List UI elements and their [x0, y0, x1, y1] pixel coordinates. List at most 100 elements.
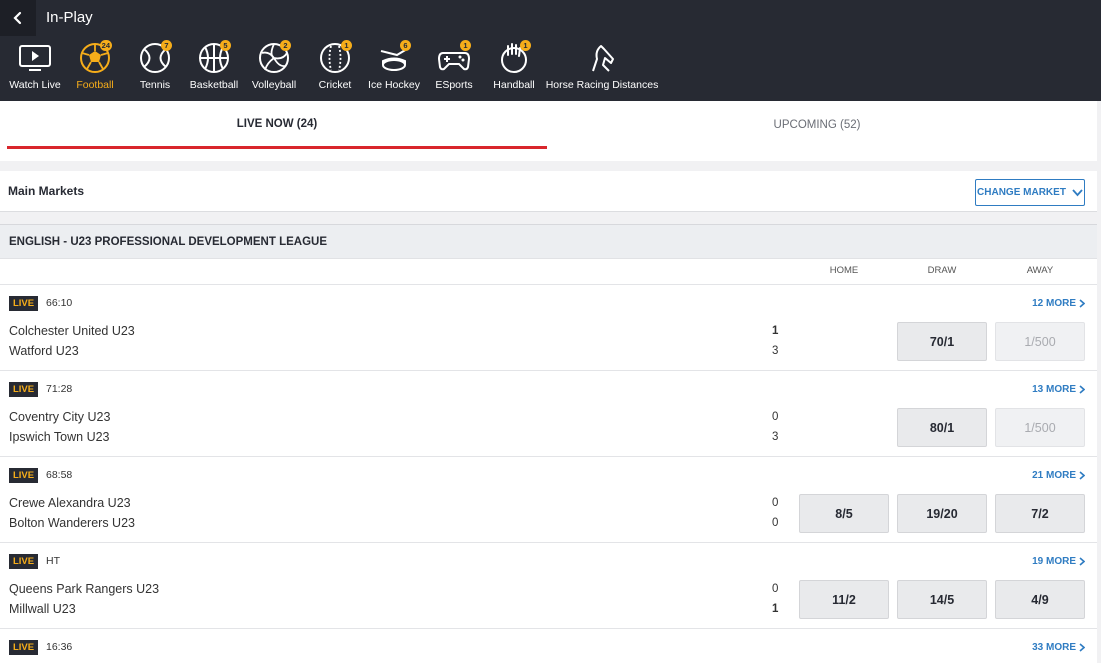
sport-ice-hockey[interactable]: 6 Ice Hockey: [364, 38, 424, 98]
sport-label: Watch Live: [9, 79, 61, 91]
gamepad-icon: 1: [434, 38, 474, 78]
sport-horse-racing-distances[interactable]: Horse Racing Distances: [546, 38, 658, 98]
horse-icon: [582, 38, 622, 78]
home-team[interactable]: Crewe Alexandra U23: [9, 496, 131, 510]
count-badge: 2: [280, 40, 291, 51]
live-badge: LIVE: [9, 554, 38, 569]
chevron-right-icon: [1079, 557, 1085, 566]
away-score: 0: [772, 517, 779, 529]
sport-label: Ice Hockey: [368, 79, 420, 91]
tennis-icon: 7: [135, 38, 175, 78]
away-score: 3: [772, 431, 779, 443]
odds-column-headers: HOME DRAW AWAY: [0, 259, 1097, 285]
sport-label: Football: [76, 79, 114, 91]
more-markets-link[interactable]: 33 MORE: [1032, 642, 1085, 653]
change-market-button[interactable]: CHANGE MARKET: [975, 179, 1085, 206]
odds-away-button[interactable]: 4/9: [995, 580, 1085, 619]
sport-handball[interactable]: 1 Handball: [484, 38, 544, 98]
sport-label: Tennis: [139, 79, 171, 91]
basketball-icon: 5: [194, 38, 234, 78]
back-button[interactable]: [0, 0, 36, 36]
odds-draw-button[interactable]: 14/5: [897, 580, 987, 619]
tab-upcoming[interactable]: UPCOMING (52): [547, 101, 1087, 149]
away-team[interactable]: Bolton Wanderers U23: [9, 516, 135, 530]
sport-label: Handball: [493, 79, 535, 91]
away-score: 1: [772, 603, 779, 615]
chevron-right-icon: [1079, 471, 1085, 480]
col-home: HOME: [829, 265, 859, 276]
odds-home-button[interactable]: 11/2: [799, 580, 889, 619]
markets-bar: Main Markets CHANGE MARKET: [0, 171, 1097, 212]
sport-label: Volleyball: [251, 79, 297, 91]
home-team[interactable]: Queens Park Rangers U23: [9, 582, 159, 596]
match-clock: 68:58: [46, 469, 73, 481]
event-row: LIVE 71:28 13 MORE Coventry City U23 Ips…: [0, 371, 1097, 457]
col-away: AWAY: [1026, 265, 1054, 276]
tab-live-now[interactable]: LIVE NOW (24): [7, 101, 547, 149]
more-label: 19 MORE: [1032, 556, 1076, 567]
page-title: In-Play: [46, 9, 93, 26]
more-label: 13 MORE: [1032, 384, 1076, 395]
sport-tennis[interactable]: 7 Tennis: [125, 38, 185, 98]
away-team[interactable]: Watford U23: [9, 344, 79, 358]
handball-icon: 1: [494, 38, 534, 78]
more-label: 21 MORE: [1032, 470, 1076, 481]
more-label: 33 MORE: [1032, 642, 1076, 653]
away-team[interactable]: Ipswich Town U23: [9, 430, 110, 444]
sport-label: Basketball: [189, 79, 239, 91]
match-clock: 71:28: [46, 383, 73, 395]
away-score: 3: [772, 345, 779, 357]
cricket-icon: 1: [315, 38, 355, 78]
odds-draw-button[interactable]: 19/20: [897, 494, 987, 533]
count-badge: 1: [341, 40, 352, 51]
count-badge: 6: [400, 40, 411, 51]
league-header[interactable]: ENGLISH - U23 PROFESSIONAL DEVELOPMENT L…: [0, 224, 1097, 259]
match-clock: 16:36: [46, 641, 73, 653]
live-badge: LIVE: [9, 640, 38, 655]
more-markets-link[interactable]: 21 MORE: [1032, 470, 1085, 481]
chevron-down-icon: [1072, 188, 1083, 196]
home-team[interactable]: Coventry City U23: [9, 410, 110, 424]
top-bar: In-Play Watch Live 24 Football 7 Tennis …: [0, 0, 1101, 101]
sport-cricket[interactable]: 1 Cricket: [305, 38, 365, 98]
count-badge: 24: [99, 40, 112, 51]
sport-volleyball[interactable]: 2 Volleyball: [244, 38, 304, 98]
col-draw: DRAW: [927, 265, 957, 276]
odds-home-button[interactable]: 8/5: [799, 494, 889, 533]
markets-title: Main Markets: [8, 184, 85, 198]
away-team[interactable]: Millwall U23: [9, 602, 76, 616]
odds-draw-button[interactable]: 70/1: [897, 322, 987, 361]
chevron-right-icon: [1079, 643, 1085, 652]
live-badge: LIVE: [9, 468, 38, 483]
count-badge: 1: [460, 40, 471, 51]
live-badge: LIVE: [9, 296, 38, 311]
change-market-label: CHANGE MARKET: [977, 187, 1066, 198]
match-clock: 66:10: [46, 297, 73, 309]
more-markets-link[interactable]: 19 MORE: [1032, 556, 1085, 567]
home-team[interactable]: Colchester United U23: [9, 324, 135, 338]
sport-label: ESports: [435, 79, 473, 91]
sport-basketball[interactable]: 5 Basketball: [184, 38, 244, 98]
odds-away-button[interactable]: 1/500: [995, 408, 1085, 447]
event-row: LIVE 16:36 33 MORE: [0, 629, 1097, 663]
sport-football[interactable]: 24 Football: [65, 38, 125, 98]
count-badge: 7: [161, 40, 172, 51]
sport-esports[interactable]: 1 ESports: [424, 38, 484, 98]
home-score: 0: [772, 497, 779, 509]
odds-away-button[interactable]: 1/500: [995, 322, 1085, 361]
more-label: 12 MORE: [1032, 298, 1076, 309]
more-markets-link[interactable]: 13 MORE: [1032, 384, 1085, 395]
sport-label: Cricket: [318, 79, 352, 91]
event-row: LIVE HT 19 MORE Queens Park Rangers U23 …: [0, 543, 1097, 629]
volleyball-icon: 2: [254, 38, 294, 78]
match-clock: HT: [46, 555, 60, 567]
chevron-left-icon: [13, 11, 22, 25]
more-markets-link[interactable]: 12 MORE: [1032, 298, 1085, 309]
odds-draw-button[interactable]: 80/1: [897, 408, 987, 447]
ice-hockey-icon: 6: [374, 38, 414, 78]
live-badge: LIVE: [9, 382, 38, 397]
home-score: 0: [772, 411, 779, 423]
sport-watch-live[interactable]: Watch Live: [5, 38, 65, 98]
chevron-right-icon: [1079, 385, 1085, 394]
odds-away-button[interactable]: 7/2: [995, 494, 1085, 533]
